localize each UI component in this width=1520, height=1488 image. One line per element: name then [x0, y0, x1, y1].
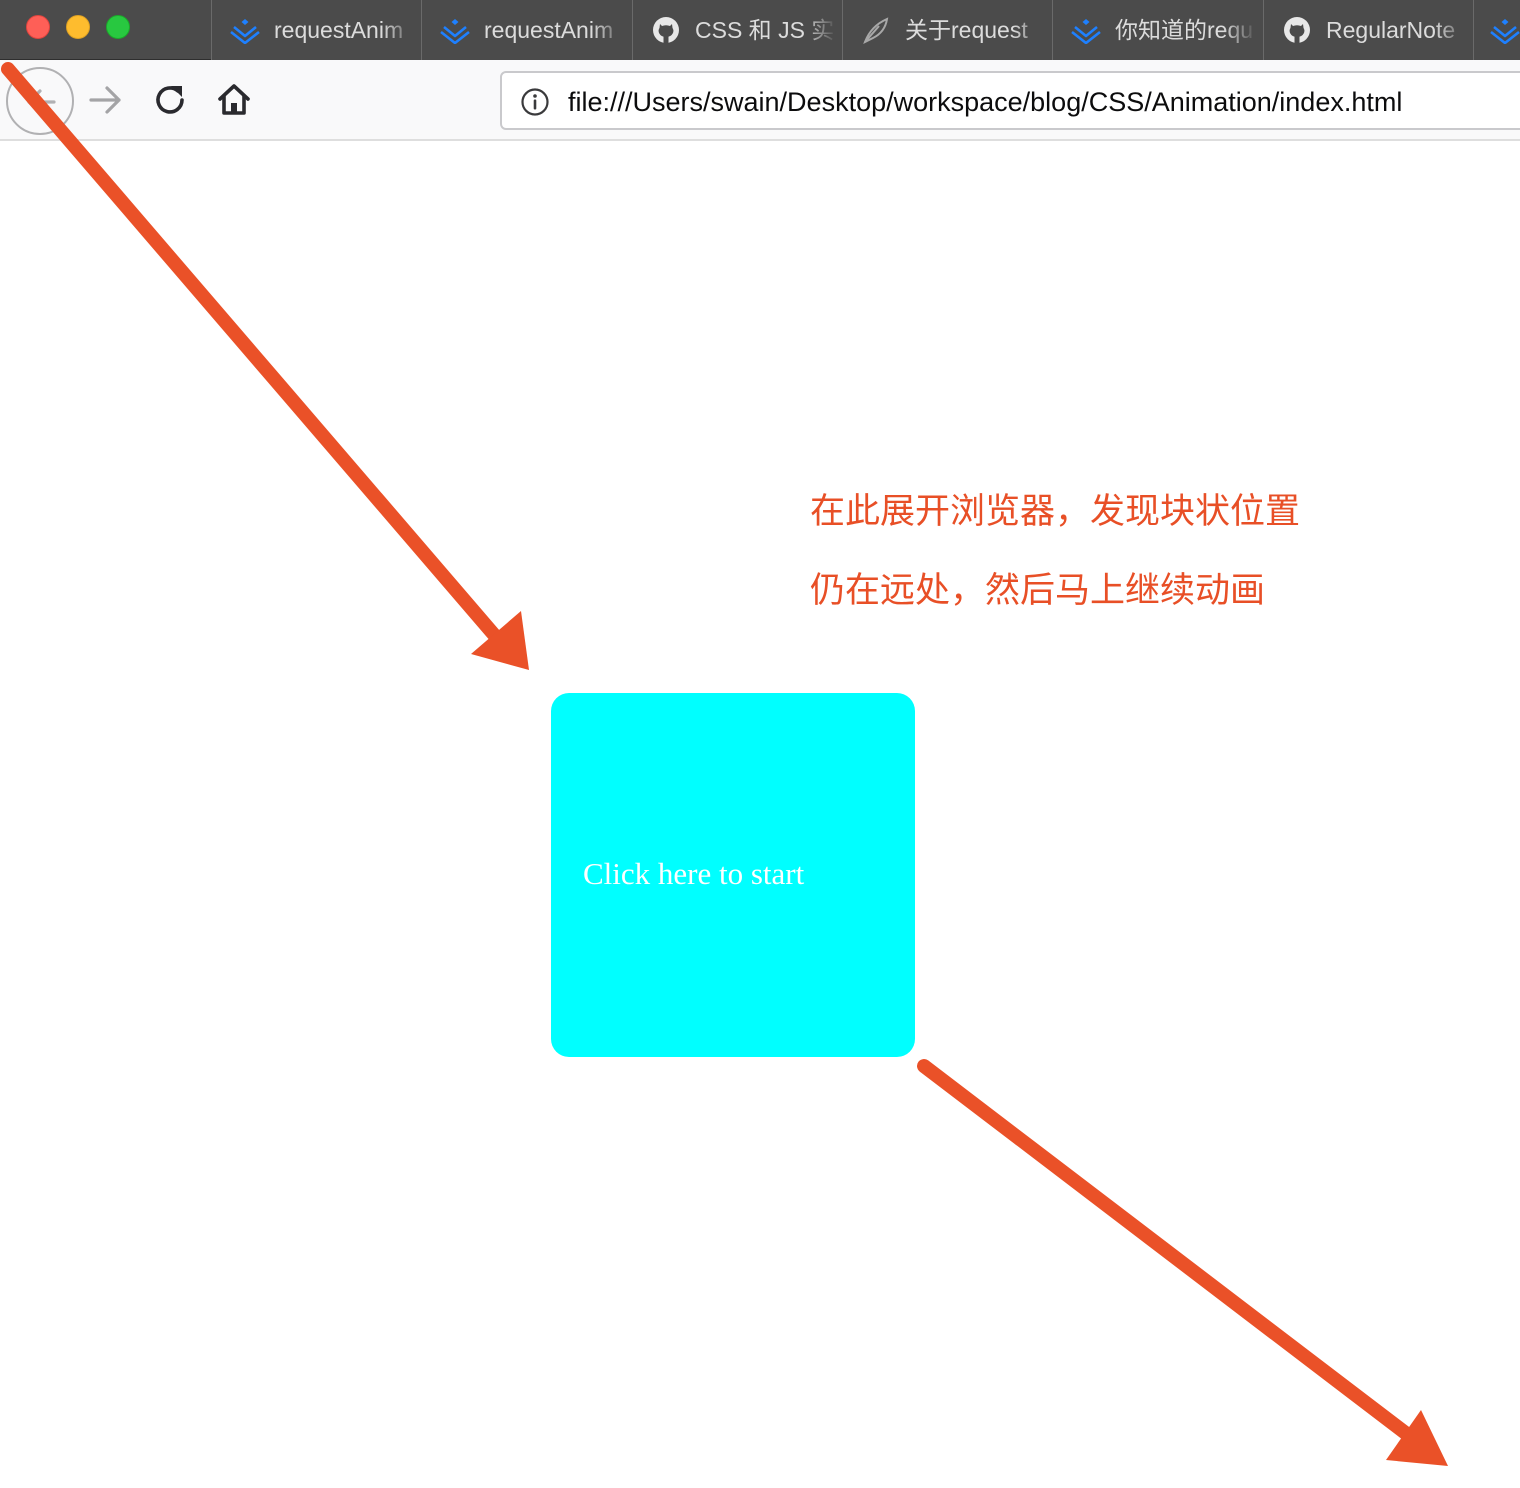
tab-7[interactable]: [1473, 0, 1520, 60]
tab-fade: [1013, 0, 1053, 60]
forward-button[interactable]: [88, 80, 128, 120]
url-text[interactable]: file:///Users/swain/Desktop/workspace/bl…: [568, 85, 1402, 119]
juejin-icon: [230, 19, 260, 44]
juejin-icon: [440, 19, 470, 44]
github-icon: [653, 17, 679, 43]
arrow-left-icon: [27, 89, 56, 115]
tab-fade: [1223, 0, 1263, 60]
animated-box[interactable]: Click here to start: [551, 693, 915, 1057]
box-label: Click here to start: [583, 856, 805, 891]
tab-3[interactable]: CSS 和 JS 实: [632, 0, 843, 60]
maximize-window-button[interactable]: [106, 15, 130, 39]
browser-window: requestAnim requestAnim CSS 和 JS 实 关于req…: [0, 0, 1520, 1488]
back-button[interactable]: [6, 67, 74, 135]
home-button[interactable]: [216, 80, 256, 120]
arrow-right-icon: [89, 86, 121, 114]
feather-icon: [863, 17, 889, 44]
annotation-line-1: 在此展开浏览器，发现块状位置: [810, 492, 1301, 532]
minimize-window-button[interactable]: [66, 15, 90, 39]
tab-fade: [1434, 0, 1474, 60]
info-icon[interactable]: [520, 87, 550, 117]
tab-1[interactable]: requestAnim: [211, 0, 422, 60]
tab-6[interactable]: RegularNote: [1263, 0, 1474, 60]
address-bar[interactable]: file:///Users/swain/Desktop/workspace/bl…: [500, 71, 1520, 130]
annotation-line-2: 仍在远处，然后马上继续动画: [810, 571, 1266, 611]
tab-bar: requestAnim requestAnim CSS 和 JS 实 关于req…: [0, 0, 1520, 60]
reload-button[interactable]: [153, 80, 193, 120]
page-content: 在此展开浏览器，发现块状位置 仍在远处，然后马上继续动画 Click here …: [0, 141, 1520, 1488]
tab-5[interactable]: 你知道的requ: [1052, 0, 1263, 60]
tab-fade: [803, 0, 843, 60]
tab-2[interactable]: requestAnim: [421, 0, 632, 60]
juejin-icon: [1071, 19, 1101, 44]
home-icon: [218, 84, 250, 115]
tab-4[interactable]: 关于request: [842, 0, 1053, 60]
tab-fade: [382, 0, 422, 60]
navigation-toolbar: file:///Users/swain/Desktop/workspace/bl…: [0, 60, 1520, 141]
reload-icon: [156, 86, 184, 114]
close-window-button[interactable]: [26, 15, 50, 39]
juejin-icon: [1490, 19, 1520, 44]
github-icon: [1284, 17, 1310, 43]
tab-fade: [592, 0, 632, 60]
